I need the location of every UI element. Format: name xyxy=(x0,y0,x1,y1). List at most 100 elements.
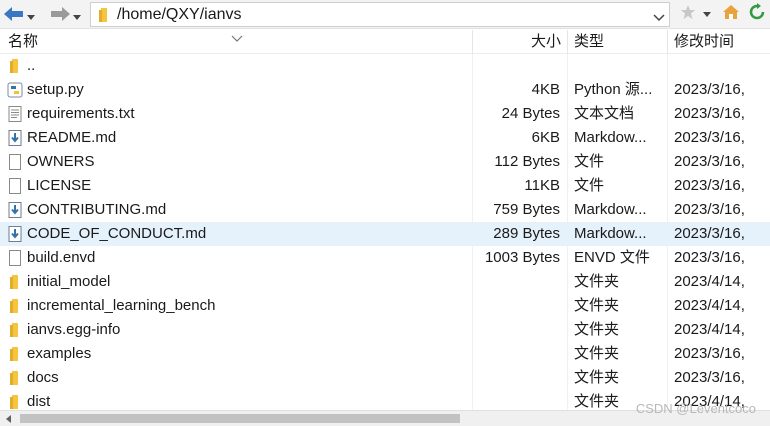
home-button[interactable] xyxy=(722,3,740,25)
file-type: Markdow... xyxy=(574,225,647,242)
file-type: 文件 xyxy=(574,177,605,194)
file-row[interactable]: incremental_learning_bench 文件夹 2023/4/14, xyxy=(0,294,770,318)
path-field[interactable]: /home/QXY/ianvs xyxy=(90,2,670,27)
file-type: 文件夹 xyxy=(574,273,620,290)
file-modified: 2023/3/16, xyxy=(674,177,745,194)
chevron-down-icon[interactable] xyxy=(72,9,82,20)
chevron-down-icon[interactable] xyxy=(26,9,36,20)
file-modified: 2023/4/14, xyxy=(674,273,745,290)
bookmark-button[interactable] xyxy=(680,3,712,25)
file-name: LICENSE xyxy=(27,177,92,194)
file-modified: 2023/3/16, xyxy=(674,153,745,170)
file-row[interactable]: LICENSE 11KB 文件 2023/3/16, xyxy=(0,174,770,198)
file-row[interactable]: build.envd 1003 Bytes ENVD 文件 2023/3/16, xyxy=(0,246,770,270)
folder-icon xyxy=(7,370,23,386)
folder-icon xyxy=(7,58,23,74)
file-name: .. xyxy=(27,57,36,74)
file-modified: 2023/4/14, xyxy=(674,321,745,338)
file-name: examples xyxy=(27,345,92,362)
file-row[interactable]: .. xyxy=(0,54,770,78)
file-modified: 2023/3/16, xyxy=(674,105,745,122)
refresh-button[interactable] xyxy=(748,3,766,25)
file-name: ianvs.egg-info xyxy=(27,321,121,338)
file-size: 4KB xyxy=(531,81,560,98)
file-type: ENVD 文件 xyxy=(574,249,650,266)
star-icon xyxy=(680,4,696,24)
file-icon xyxy=(7,178,23,194)
refresh-icon xyxy=(748,3,766,25)
forward-button[interactable] xyxy=(50,3,82,25)
file-name: build.envd xyxy=(27,249,96,266)
file-type: 文件 xyxy=(574,153,605,170)
file-type: 文件夹 xyxy=(574,321,620,338)
chevron-down-icon[interactable] xyxy=(653,10,665,27)
file-size: 24 Bytes xyxy=(501,105,560,122)
column-divider[interactable] xyxy=(472,30,473,54)
file-name: docs xyxy=(27,369,59,386)
markdown-file-icon xyxy=(7,202,23,218)
file-name: CODE_OF_CONDUCT.md xyxy=(27,225,207,242)
folder-icon xyxy=(7,322,23,338)
file-size: 6KB xyxy=(531,129,560,146)
file-row[interactable]: CODE_OF_CONDUCT.md 289 Bytes Markdow... 202… xyxy=(0,222,770,246)
markdown-file-icon xyxy=(7,226,23,242)
file-name: requirements.txt xyxy=(27,105,135,122)
file-size: 11KB xyxy=(524,177,560,194)
column-header: 名称 大小 类型 修改时间 xyxy=(0,30,770,54)
back-arrow-icon xyxy=(4,6,23,22)
column-type-header[interactable]: 类型 xyxy=(574,30,604,54)
file-modified: 2023/3/16, xyxy=(674,225,745,242)
file-row[interactable]: examples 文件夹 2023/3/16, xyxy=(0,342,770,366)
file-row[interactable]: initial_model 文件夹 2023/4/14, xyxy=(0,270,770,294)
file-size: 112 Bytes xyxy=(494,153,560,170)
watermark: CSDN @Leventcoco xyxy=(635,401,756,416)
file-type: Python 源... xyxy=(574,81,653,98)
forward-arrow-icon xyxy=(50,6,70,22)
file-size xyxy=(450,318,560,342)
text-file-icon xyxy=(7,106,23,122)
file-size xyxy=(450,342,560,366)
chevron-down-icon[interactable] xyxy=(702,6,712,23)
file-size: 1003 Bytes xyxy=(484,249,560,266)
file-modified: 2023/3/16, xyxy=(674,249,745,266)
file-row[interactable]: requirements.txt 24 Bytes 文本文档 2023/3/16, xyxy=(0,102,770,126)
file-modified: 2023/3/16, xyxy=(674,201,745,218)
file-row[interactable]: ianvs.egg-info 文件夹 2023/4/14, xyxy=(0,318,770,342)
file-type: Markdow... xyxy=(574,129,647,146)
file-type: Markdow... xyxy=(574,201,647,218)
column-name-header[interactable]: 名称 xyxy=(8,30,38,54)
file-size: 759 Bytes xyxy=(493,201,560,218)
file-size xyxy=(450,54,560,78)
sort-chevron-icon xyxy=(231,30,243,47)
file-name: initial_model xyxy=(27,273,111,290)
file-row[interactable]: CONTRIBUTING.md 759 Bytes Markdow... 2023/3… xyxy=(0,198,770,222)
column-modified-header[interactable]: 修改时间 xyxy=(674,30,734,54)
folder-icon xyxy=(97,8,111,26)
folder-icon xyxy=(7,274,23,290)
file-size: 289 Bytes xyxy=(493,225,560,242)
file-row[interactable]: OWNERS 112 Bytes 文件 2023/3/16, xyxy=(0,150,770,174)
file-icon xyxy=(7,250,23,266)
scrollbar-thumb[interactable] xyxy=(20,414,460,423)
file-name: OWNERS xyxy=(27,153,95,170)
column-divider[interactable] xyxy=(667,30,668,54)
file-name: CONTRIBUTING.md xyxy=(27,201,167,218)
column-divider[interactable] xyxy=(567,30,568,54)
back-button[interactable] xyxy=(4,3,36,25)
file-type: 文件夹 xyxy=(574,369,620,386)
scroll-left-icon[interactable] xyxy=(0,411,17,426)
file-type: 文件夹 xyxy=(574,345,620,362)
path-text: /home/QXY/ianvs xyxy=(117,6,242,23)
file-row[interactable]: docs 文件夹 2023/3/16, xyxy=(0,366,770,390)
file-type: 文件夹 xyxy=(574,297,620,314)
file-name: incremental_learning_bench xyxy=(27,297,216,314)
file-row[interactable]: setup.py 4KB Python 源... 2023/3/16, xyxy=(0,78,770,102)
toolbar: /home/QXY/ianvs xyxy=(0,0,770,29)
column-size-header[interactable]: 大小 xyxy=(531,30,561,54)
python-file-icon xyxy=(7,82,23,98)
folder-icon xyxy=(7,394,23,410)
home-icon xyxy=(722,3,740,25)
file-icon xyxy=(7,154,23,170)
file-row[interactable]: README.md 6KB Markdow... 2023/3/16, xyxy=(0,126,770,150)
file-size xyxy=(450,366,560,390)
